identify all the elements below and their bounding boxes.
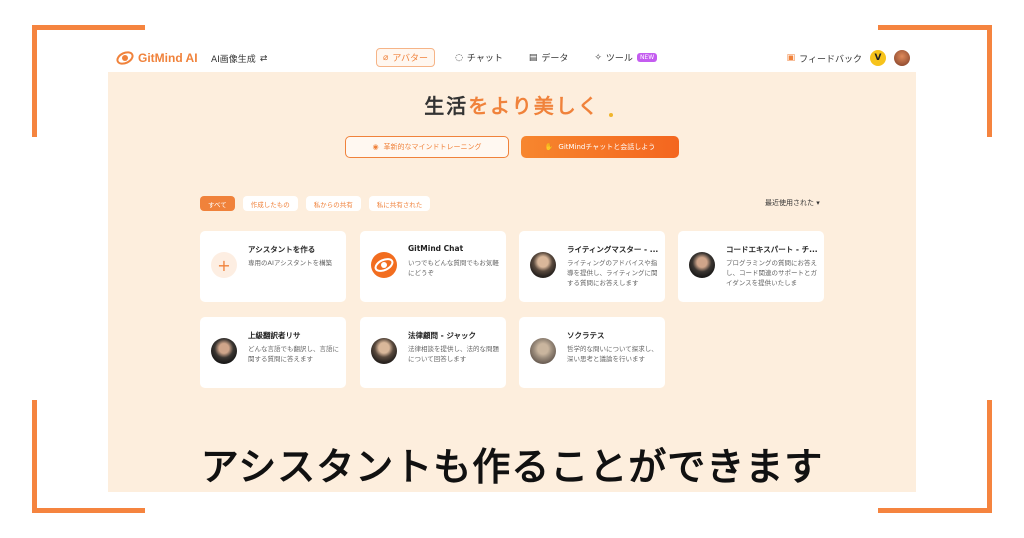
card-desc: プログラミングの質問にお答えし、コード関連のサポートとガイダンスを提供いたしま [726, 259, 817, 287]
data-icon: ▤ [528, 52, 538, 63]
gitmind-chat-label: GitMindチャットと会話しよう [558, 143, 656, 151]
hero-prefix: 生活 [424, 94, 469, 118]
mind-training-label: 革新的なマインドトレーニング [383, 143, 482, 151]
card-desc: 専用のAIアシスタントを構築 [248, 259, 333, 267]
card-desc: いつでもどんな質問でもお気軽にどうぞ [408, 259, 499, 277]
nav-chat[interactable]: ◌ チャット [449, 48, 509, 67]
nav-avatar-label: アバター [392, 54, 429, 64]
assistant-card-legal-advisor[interactable]: 法律顧問 - ジャック 法律相談を提供し、法的な問題について回答します [360, 317, 506, 388]
feedback-button[interactable]: ▣ フィードバック [787, 52, 862, 65]
card-title: 上級翻訳者リサ [248, 331, 301, 340]
sort-dropdown[interactable]: 最近使用された ▾ [765, 198, 820, 208]
assistant-card-gitmind-chat[interactable]: GitMind Chat いつでもどんな質問でもお気軽にどうぞ [360, 231, 506, 302]
decorative-dot [609, 113, 613, 117]
brand-name: GitMind AI [138, 51, 198, 65]
corner-bracket-bottom-right-h [878, 508, 992, 513]
main-nav: ⌀ アバター ◌ チャット ▤ データ ✧ ツール NEW [376, 48, 663, 67]
assistant-card-create[interactable]: + アシスタントを作る 専用のAIアシスタントを構築 [200, 231, 346, 302]
corner-bracket-top-right-h [878, 25, 992, 30]
top-bar: GitMind AI AI画像生成 ⇄ ⌀ アバター ◌ チャット ▤ データ … [108, 44, 916, 72]
plus-icon: + [211, 252, 237, 278]
nav-data-label: データ [541, 54, 569, 64]
card-title: GitMind Chat [408, 244, 464, 253]
mode-switch-label: AI画像生成 [211, 55, 256, 65]
card-title: アシスタントを作る [248, 245, 316, 254]
card-title: コードエキスパート - チ... [726, 245, 818, 254]
corner-bracket-top-right-v [987, 25, 992, 137]
tool-icon: ✧ [594, 52, 602, 63]
new-badge: NEW [636, 53, 658, 62]
card-title: ソクラテス [567, 331, 605, 340]
card-desc: ライティングのアドバイスや指導を提供し、ライティングに関する質問にお答えします [567, 259, 658, 287]
nav-tools[interactable]: ✧ ツール NEW [588, 48, 663, 67]
assistant-card-code-expert[interactable]: コードエキスパート - チ... プログラミングの質問にお答えし、コード関連のサ… [678, 231, 824, 302]
card-desc: 法律相談を提供し、法的な問題について回答します [408, 345, 499, 363]
location-pin-icon: ◉ [372, 143, 379, 151]
nav-avatar[interactable]: ⌀ アバター [376, 48, 436, 67]
gitmind-chat-button[interactable]: ✋ GitMindチャットと会話しよう [521, 136, 679, 158]
writer-avatar [530, 252, 556, 278]
avatar-icon: ⌀ [383, 52, 389, 63]
hero-title: 生活をより美しく [108, 90, 916, 119]
card-title: 法律顧問 - ジャック [408, 331, 476, 340]
brand-logo[interactable]: GitMind AI [116, 50, 198, 66]
app-window: GitMind AI AI画像生成 ⇄ ⌀ アバター ◌ チャット ▤ データ … [108, 44, 916, 492]
coder-avatar [689, 252, 715, 278]
filter-all[interactable]: すべて [200, 196, 235, 211]
feedback-label: フィードバック [799, 54, 862, 65]
gitmind-logo-icon [116, 51, 134, 65]
hero-highlight: をより美しく [468, 94, 600, 118]
corner-bracket-top-left-v [32, 25, 37, 137]
assistant-card-writing-master[interactable]: ライティングマスター - ... ライティングのアドバイスや指導を提供し、ライテ… [519, 231, 665, 302]
ai-image-mode-switch[interactable]: AI画像生成 ⇄ [211, 52, 268, 66]
filter-shared-with-me[interactable]: 私に共有された [368, 196, 431, 211]
gitmind-logo-icon [371, 252, 397, 278]
nav-chat-label: チャット [466, 54, 503, 64]
assistant-card-socrates[interactable]: ソクラテス 哲学的な問いについて探求し、深い思考と議論を行います [519, 317, 665, 388]
card-desc: 哲学的な問いについて探求し、深い思考と議論を行います [567, 345, 658, 363]
filter-tabs: すべて 作成したもの 私からの共有 私に共有された [200, 196, 431, 211]
translator-avatar [211, 338, 237, 364]
mind-training-button[interactable]: ◉ 革新的なマインドトレーニング [345, 136, 509, 158]
chat-icon: ◌ [455, 52, 463, 63]
filter-created[interactable]: 作成したもの [242, 196, 298, 211]
header-right-tools: ▣ フィードバック V [787, 50, 910, 66]
socrates-avatar [530, 338, 556, 364]
feedback-icon: ▣ [786, 53, 796, 63]
hand-icon: ✋ [544, 143, 554, 151]
assistant-card-translator[interactable]: 上級翻訳者リサ どんな言語でも翻訳し、言語に関する質問に答えます [200, 317, 346, 388]
filter-shared-by-me[interactable]: 私からの共有 [305, 196, 361, 211]
swap-icon: ⇄ [259, 53, 268, 64]
corner-bracket-bottom-left-h [32, 508, 145, 513]
caption-overlay: アシスタントも作ることができます [200, 445, 824, 489]
corner-bracket-top-left-h [32, 25, 145, 30]
user-avatar[interactable] [894, 50, 910, 66]
card-desc: どんな言語でも翻訳し、言語に関する質問に答えます [248, 345, 339, 363]
card-title: ライティングマスター - ... [567, 245, 659, 254]
nav-tools-label: ツール [605, 54, 633, 64]
vip-badge[interactable]: V [870, 50, 886, 66]
lawyer-avatar [371, 338, 397, 364]
nav-data[interactable]: ▤ データ [523, 48, 575, 67]
